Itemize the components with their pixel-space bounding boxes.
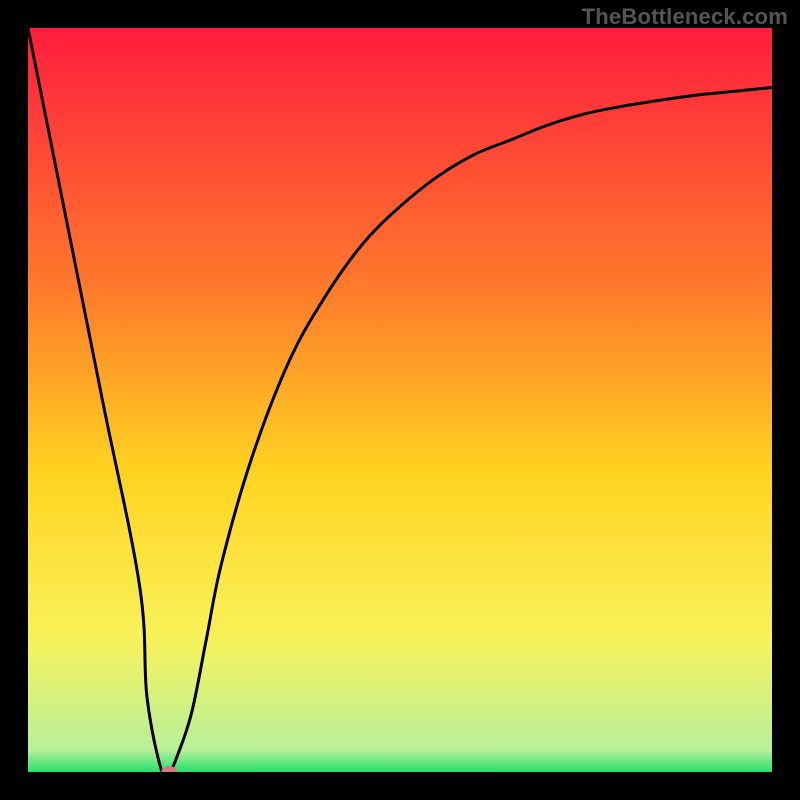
chart-frame: TheBottleneck.com bbox=[0, 0, 800, 800]
gradient-background bbox=[28, 28, 772, 772]
plot-svg bbox=[28, 28, 772, 772]
watermark-text: TheBottleneck.com bbox=[582, 4, 788, 30]
plot-area bbox=[28, 28, 772, 772]
